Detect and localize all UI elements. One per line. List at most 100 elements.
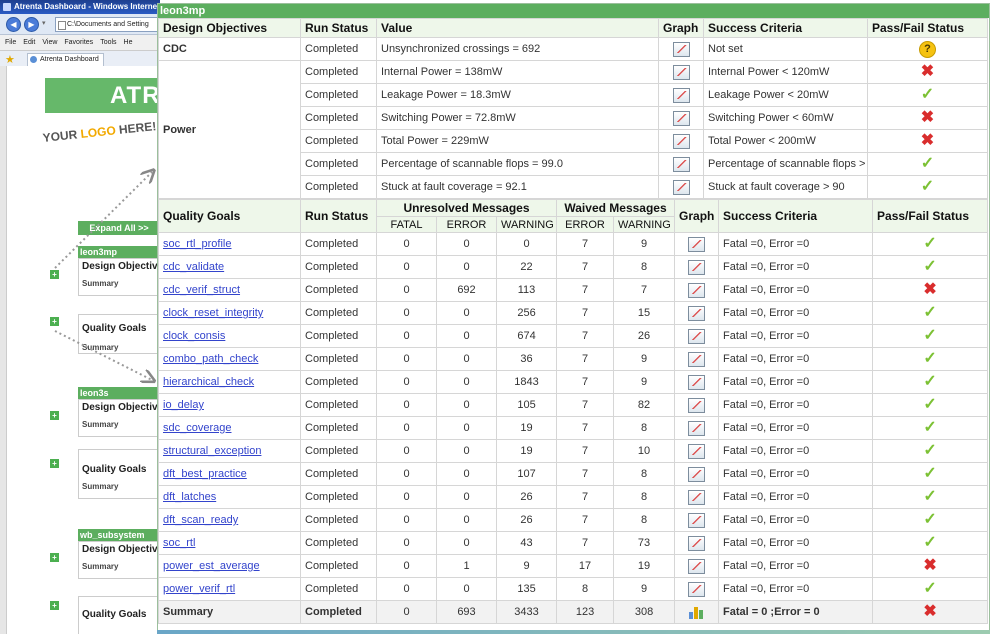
- line-graph-icon[interactable]: [688, 397, 706, 413]
- goal-link[interactable]: soc_rtl_profile: [163, 238, 231, 250]
- line-graph-icon[interactable]: [688, 535, 706, 551]
- goal-link[interactable]: hierarchical_check: [163, 376, 254, 388]
- success-criteria: Percentage of scannable flops > 90: [703, 152, 868, 176]
- line-graph-icon[interactable]: [688, 489, 706, 505]
- line-graph-icon[interactable]: [688, 512, 706, 528]
- line-graph-icon[interactable]: [688, 351, 706, 367]
- success-criteria: Fatal =0, Error =0: [718, 554, 874, 578]
- error-count: 0: [436, 485, 497, 509]
- error-count: 1: [436, 554, 497, 578]
- line-graph-icon[interactable]: [688, 466, 706, 482]
- pass-fail-cell: ✓: [872, 531, 989, 555]
- fatal-count: 0: [376, 347, 437, 371]
- line-graph-icon[interactable]: [688, 305, 706, 321]
- goal-link[interactable]: cdc_validate: [163, 261, 224, 273]
- graph-cell: [674, 554, 720, 578]
- graph-cell: [658, 60, 704, 84]
- warning-count: 36: [495, 347, 558, 371]
- success-criteria: Fatal =0, Error =0: [718, 462, 874, 486]
- col-graph: Graph: [658, 18, 704, 38]
- graph-cell: [674, 278, 720, 302]
- pass-fail-cell: ✓: [867, 175, 988, 199]
- line-graph-icon[interactable]: [688, 581, 706, 597]
- goal-link[interactable]: cdc_verif_struct: [163, 284, 240, 296]
- run-status: Completed: [300, 439, 377, 463]
- fatal-count: 0: [376, 439, 437, 463]
- run-status: Completed: [300, 508, 377, 532]
- line-graph-icon[interactable]: [672, 41, 690, 57]
- line-graph-icon[interactable]: [688, 328, 706, 344]
- bar-chart-icon[interactable]: [688, 605, 705, 619]
- goal-link[interactable]: io_delay: [163, 399, 204, 411]
- waived-error-count: 7: [556, 255, 615, 279]
- col-warning: WARNING: [495, 216, 558, 233]
- project-detail-popup: leon3mp Design Objectives Run Status Val…: [157, 3, 990, 632]
- pass-check-icon: ✓: [923, 442, 937, 459]
- line-graph-icon[interactable]: [688, 443, 706, 459]
- pass-check-icon: ✓: [923, 304, 937, 321]
- goal-link[interactable]: clock_reset_integrity: [163, 307, 263, 319]
- waived-error-count: 7: [556, 324, 615, 348]
- fatal-count: 0: [376, 462, 437, 486]
- warning-count: 9: [495, 554, 558, 578]
- goal-link[interactable]: structural_exception: [163, 445, 261, 457]
- fatal-count: 0: [376, 554, 437, 578]
- warning-count: 107: [495, 462, 558, 486]
- col-success-criteria: Success Criteria: [718, 199, 874, 233]
- pass-check-icon: ✓: [920, 178, 935, 195]
- waived-error-count: 7: [556, 416, 615, 440]
- line-graph-icon[interactable]: [688, 236, 706, 252]
- design-row: Power Completed Internal Power = 138mW Inte…: [158, 60, 988, 199]
- graph-cell: [674, 347, 720, 371]
- line-graph-icon[interactable]: [672, 179, 690, 195]
- goal-cell: power_est_average: [158, 554, 301, 578]
- pass-fail-cell: ✓: [872, 393, 989, 417]
- success-criteria: Fatal =0, Error =0: [718, 324, 874, 348]
- waived-warning-count: 8: [613, 255, 676, 279]
- waived-error-count: 7: [556, 393, 615, 417]
- goal-link[interactable]: dft_scan_ready: [163, 514, 238, 526]
- fatal-count: 0: [376, 324, 437, 348]
- success-criteria: Fatal =0, Error =0: [718, 416, 874, 440]
- line-graph-icon[interactable]: [672, 133, 690, 149]
- line-graph-icon[interactable]: [688, 259, 706, 275]
- goal-link[interactable]: sdc_coverage: [163, 422, 232, 434]
- goal-link[interactable]: dft_latches: [163, 491, 216, 503]
- success-criteria: Total Power < 200mW: [703, 129, 868, 153]
- pass-fail-cell: ✖: [872, 554, 989, 578]
- warning-count: 256: [495, 301, 558, 325]
- line-graph-icon[interactable]: [672, 87, 690, 103]
- line-graph-icon[interactable]: [688, 420, 706, 436]
- error-count: 0: [436, 439, 497, 463]
- goal-link[interactable]: power_est_average: [163, 560, 260, 572]
- design-header-row: Design Objectives Run Status Value Graph…: [158, 18, 988, 38]
- col-waived-error: ERROR: [556, 216, 615, 233]
- success-criteria: Switching Power < 60mW: [703, 106, 868, 130]
- goal-link[interactable]: dft_best_practice: [163, 468, 247, 480]
- goal-link[interactable]: combo_path_check: [163, 353, 258, 365]
- line-graph-icon[interactable]: [672, 64, 690, 80]
- graph-cell: [674, 301, 720, 325]
- waived-warning-count: 8: [613, 462, 676, 486]
- fail-x-icon: ✖: [923, 281, 937, 298]
- quality-header-row: Quality Goals Run Status Unresolved Mess…: [158, 199, 989, 233]
- line-graph-icon[interactable]: [688, 374, 706, 390]
- line-graph-icon[interactable]: [672, 110, 690, 126]
- line-graph-icon[interactable]: [688, 282, 706, 298]
- goal-cell: cdc_validate: [158, 255, 301, 279]
- goal-cell: dft_scan_ready: [158, 508, 301, 532]
- unknown-question-icon: ?: [919, 40, 936, 58]
- goal-link[interactable]: soc_rtl: [163, 537, 195, 549]
- pass-fail-cell: ✓: [872, 232, 989, 256]
- quality-row: clock_reset_integrity Completed 0 0 256 7 15 Fa…: [158, 301, 989, 325]
- graph-cell: [674, 531, 720, 555]
- waived-warning-count: 9: [613, 577, 676, 601]
- quality-row: hierarchical_check Completed 0 0 1843 7 9 Fatal…: [158, 370, 989, 394]
- quality-row: dft_latches Completed 0 0 26 7 8 Fatal =0, Erro…: [158, 485, 989, 509]
- waived-error-count: 7: [556, 531, 615, 555]
- goal-link[interactable]: clock_consis: [163, 330, 225, 342]
- goal-link[interactable]: power_verif_rtl: [163, 583, 235, 595]
- line-graph-icon[interactable]: [672, 156, 690, 172]
- line-graph-icon[interactable]: [688, 558, 706, 574]
- col-run-status: Run Status: [300, 18, 377, 38]
